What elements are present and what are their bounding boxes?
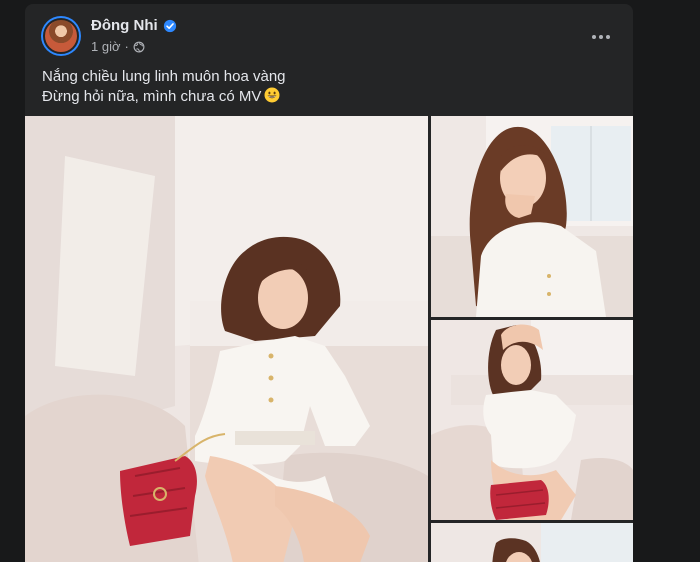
grinning-face-emoji-icon — [264, 87, 280, 103]
globe-icon[interactable] — [133, 41, 145, 53]
avatar[interactable] — [41, 16, 81, 56]
post-text-line-2-text: Đừng hỏi nữa, mình chưa có MV — [42, 88, 262, 105]
more-options-icon — [592, 35, 610, 39]
avatar-image — [43, 18, 79, 54]
photo-grid — [25, 116, 633, 562]
woman-partial-photo[interactable] — [431, 523, 633, 562]
meta-separator: · — [124, 39, 129, 54]
page: Đông Nhi 1 giờ · Nắng chiều lung linh mu… — [0, 0, 700, 562]
post-text-line-2: Đừng hỏi nữa, mình chưa có MV — [42, 87, 612, 107]
author-name[interactable]: Đông Nhi — [91, 16, 158, 36]
author-row: Đông Nhi — [91, 16, 177, 36]
post-card: Đông Nhi 1 giờ · Nắng chiều lung linh mu… — [25, 4, 633, 562]
post-timestamp[interactable]: 1 giờ — [91, 39, 121, 55]
post-text: Nắng chiều lung linh muôn hoa vàng Đừng … — [42, 67, 612, 107]
woman-white-dress-sitting-on-sofa-photo[interactable] — [25, 116, 428, 562]
more-options-button[interactable] — [583, 19, 619, 55]
post-header: Đông Nhi 1 giờ · — [25, 4, 633, 64]
post-meta: 1 giờ · — [91, 39, 145, 55]
post-text-line-1: Nắng chiều lung linh muôn hoa vàng — [42, 68, 286, 85]
woman-arm-raised-on-sofa-photo[interactable] — [431, 320, 633, 520]
verified-badge-icon — [163, 19, 176, 33]
woman-posing-by-window-photo[interactable] — [431, 116, 633, 317]
